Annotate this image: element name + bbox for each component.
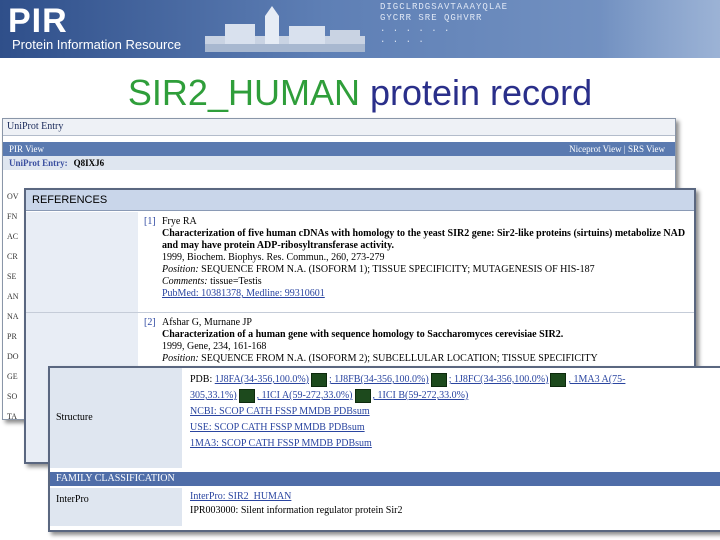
pdb-prefix: PDB: [190,374,213,385]
side-label[interactable]: FN [7,207,25,227]
slide-title-entry: SIR2_HUMAN [127,72,360,113]
side-label[interactable]: AC [7,227,25,247]
structure-section: Structure PDB: 1J8FA(34-356,100.0%) ; 1J8… [50,368,720,468]
side-label[interactable]: PR [7,327,25,347]
side-label[interactable]: SO [7,387,25,407]
interpro-body: InterPro: SIR2_HUMAN IPR003000: Silent i… [190,490,402,518]
sequence-text-line: GYCRR SRE QGHVRR [380,13,483,23]
structure-label: Structure [56,412,93,423]
structure-db-links[interactable]: USE: SCOP CATH FSSP MMDB PDBsum [190,420,718,436]
pir-logo-subtitle: Protein Information Resource [12,37,182,52]
pdb-link[interactable]: 305,33.1%) [190,390,237,401]
structure-thumbnail-icon[interactable] [430,372,447,387]
structure-db-links[interactable]: NCBI: SCOP CATH FSSP MMDB PDBsum [190,404,718,420]
sequence-text-line: . . . . . . [380,24,451,34]
pdb-link[interactable]: , 1MA3 A(75- [568,374,625,385]
side-label[interactable]: DO [7,347,25,367]
side-label[interactable]: AN [7,287,25,307]
reference-citation: 1999, Gene, 234, 161-168 [162,341,267,352]
reference-citation: 1999, Biochem. Biophys. Res. Commun., 26… [162,252,385,263]
reference-comments: tissue=Testis [210,276,262,287]
structure-thumbnail-icon[interactable] [550,372,567,387]
side-label[interactable]: TA [7,407,25,419]
structure-label-cell: Structure [50,368,182,468]
interpro-section: InterPro InterPro: SIR2_HUMAN IPR003000:… [50,488,720,526]
reference-authors: Afshar G, Murnane JP [162,317,252,328]
structure-thumbnail-icon[interactable] [311,372,327,387]
pdb-link[interactable]: ; 1J8FC(34-356,100.0%) [449,374,549,385]
sequence-text-line: . . . . [380,35,425,45]
references-header: REFERENCES [26,190,694,211]
reference-authors: Frye RA [162,216,197,227]
structure-thumbnail-icon[interactable] [354,388,371,403]
interpro-link[interactable]: InterPro: SIR2_HUMAN [190,490,402,504]
interpro-description: IPR003000: Silent information regulator … [190,505,403,516]
pdb-link[interactable]: ; 1J8FB(34-356,100.0%) [329,374,429,385]
pir-view-label: PIR View [9,144,45,154]
reference-gutter [26,212,138,312]
pubmed-link[interactable]: PubMed: 10381378, Medline: 99310601 [162,288,690,300]
side-label[interactable]: GE [7,367,25,387]
uniprot-entry-row: UniProt Entry: Q8IXJ6 [3,156,675,170]
slide-title-suffix: protein record [359,72,593,113]
side-label[interactable]: CR [7,247,25,267]
interpro-label-cell: InterPro [50,488,182,526]
pir-logo: PIR [8,2,68,40]
reference-number[interactable]: [1] [144,216,156,227]
reference-item: [1] Frye RA Characterization of five hum… [26,212,694,312]
pdb-link[interactable]: 1J8FA(34-356,100.0%) [215,374,309,385]
structure-db-links[interactable]: 1MA3: SCOP CATH FSSP MMDB PDBsum [190,436,718,452]
sequence-text-line: DIGCLRDGSAVTAAAYQLAE [380,2,509,12]
family-classification-header: FAMILY CLASSIFICATION [50,472,720,486]
structure-body: PDB: 1J8FA(34-356,100.0%) ; 1J8FB(34-356,… [190,372,718,452]
side-label[interactable]: SE [7,267,25,287]
reference-comments-label: Comments: [162,276,208,287]
pir-view-bar: PIR View Niceprot View | SRS View [3,142,675,156]
reference-body: Afshar G, Murnane JP Characterization of… [162,317,690,365]
reference-position: SEQUENCE FROM N.A. (ISOFORM 1); TISSUE S… [201,264,595,275]
side-label[interactable]: OV [7,187,25,207]
reference-body: Frye RA Characterization of five human c… [162,216,690,300]
reference-title: Characterization of a human gene with se… [162,329,564,340]
pdb-link[interactable]: , 1ICI A(59-272,33.0%) [257,390,353,401]
side-label[interactable]: NA [7,307,25,327]
slide-title: SIR2_HUMAN protein record [0,72,720,114]
reference-position-label: Position: [162,264,199,275]
section-side-labels: OV FN AC CR SE AN NA PR DO GE SO TA [7,187,25,419]
uniprot-entry-header: UniProt Entry [3,119,675,136]
reference-position: SEQUENCE FROM N.A. (ISOFORM 2); SUBCELLU… [201,353,598,364]
reference-number[interactable]: [2] [144,317,156,328]
building-skyline-icon [205,6,365,52]
reference-position-label: Position: [162,353,199,364]
structure-thumbnail-icon[interactable] [238,388,255,403]
banner-fade [600,0,720,58]
reference-title: Characterization of five human cDNAs wit… [162,228,686,251]
interpro-label: InterPro [56,494,89,505]
pir-banner: PIR Protein Information Resource DIGCLRD… [0,0,720,58]
pdb-link[interactable]: , 1ICI B(59-272,33.0%) [373,390,469,401]
view-links[interactable]: Niceprot View | SRS View [569,142,665,156]
uniprot-entry-label: UniProt Entry: [9,158,68,168]
structure-family-panel: Structure PDB: 1J8FA(34-356,100.0%) ; 1J8… [48,366,720,532]
uniprot-entry-value: Q8IXJ6 [73,158,105,168]
